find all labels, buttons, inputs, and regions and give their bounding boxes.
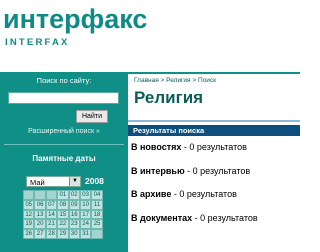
breadcrumb: Главная > Религия > Поиск bbox=[134, 77, 216, 84]
calendar-day[interactable]: 03 bbox=[79, 190, 92, 200]
search-label: Поиск по сайту: bbox=[36, 76, 92, 85]
calendar-day[interactable]: 22 bbox=[57, 219, 69, 230]
calendar-day[interactable]: 23 bbox=[68, 219, 80, 230]
top-divider bbox=[128, 72, 300, 74]
calendar-day[interactable]: 09 bbox=[68, 199, 80, 210]
calendar-day[interactable]: 19 bbox=[23, 219, 35, 230]
main-content: Главная > Религия > Поиск Религия Резуль… bbox=[128, 72, 300, 252]
result-count: - 0 результатов bbox=[184, 166, 251, 176]
year-label: 2008 bbox=[85, 176, 104, 186]
title-divider bbox=[128, 120, 300, 122]
result-interview: В интервью - 0 результатов bbox=[131, 166, 250, 176]
calendar-day[interactable]: 24 bbox=[79, 219, 92, 230]
calendar-day[interactable]: 02 bbox=[68, 190, 80, 200]
calendar-day[interactable]: 15 bbox=[57, 209, 69, 220]
calendar-empty-cell bbox=[34, 190, 46, 200]
calendar-day[interactable]: 04 bbox=[91, 190, 103, 200]
logo[interactable]: интерфакс bbox=[3, 4, 147, 34]
sidebar: Поиск по сайту: Найти Расширенный поиск … bbox=[0, 72, 128, 252]
header: интерфакс INTERFAX bbox=[0, 0, 300, 72]
memorable-dates-title: Памятные даты bbox=[32, 154, 96, 163]
calendar-day[interactable]: 16 bbox=[68, 209, 80, 220]
calendar-day[interactable]: 14 bbox=[45, 209, 58, 220]
calendar-day[interactable]: 07 bbox=[45, 199, 58, 210]
calendar-day[interactable]: 30 bbox=[68, 229, 80, 239]
breadcrumb-current: Поиск bbox=[198, 77, 217, 84]
breadcrumb-separator: > bbox=[190, 77, 198, 84]
calendar-day[interactable]: 12 bbox=[23, 209, 35, 220]
calendar-day[interactable]: 29 bbox=[57, 229, 69, 239]
calendar-day[interactable]: 18 bbox=[91, 209, 103, 220]
chevron-down-icon[interactable]: ▼ bbox=[69, 177, 80, 186]
breadcrumb-home[interactable]: Главная bbox=[134, 77, 159, 84]
result-label[interactable]: В новостях bbox=[131, 142, 181, 152]
result-documents: В документах - 0 результатов bbox=[131, 213, 258, 223]
month-value: Май bbox=[30, 178, 45, 187]
calendar-row: 19 20 21 22 23 24 25 bbox=[23, 219, 103, 230]
calendar-row: 12 13 14 15 16 17 18 bbox=[23, 209, 103, 220]
result-label[interactable]: В интервью bbox=[131, 166, 185, 176]
calendar-day[interactable]: 17 bbox=[79, 209, 92, 220]
calendar-row: 01 02 03 04 bbox=[23, 190, 103, 200]
calendar-day[interactable]: 27 bbox=[34, 229, 46, 239]
result-count: - 0 результатов bbox=[181, 142, 247, 152]
result-count: - 0 результатов bbox=[192, 213, 258, 223]
calendar-day[interactable]: 13 bbox=[34, 209, 46, 220]
result-label[interactable]: В документах bbox=[131, 213, 192, 223]
calendar-day[interactable]: 21 bbox=[45, 219, 58, 230]
calendar-day[interactable]: 20 bbox=[34, 219, 46, 230]
calendar-empty-cell bbox=[45, 190, 58, 200]
logo-subtitle: INTERFAX bbox=[5, 37, 70, 48]
calendar-day[interactable]: 25 bbox=[91, 219, 103, 230]
divider bbox=[4, 144, 124, 145]
search-button[interactable]: Найти bbox=[76, 110, 108, 123]
result-count: - 0 результатов bbox=[171, 189, 237, 199]
calendar-day[interactable]: 01 bbox=[57, 190, 69, 200]
calendar-day[interactable]: 11 bbox=[91, 199, 103, 210]
calendar-grid: 01 02 03 04 05 06 07 08 09 10 11 12 13 14 15 16 17 18 19 20… bbox=[23, 190, 103, 239]
calendar-row: 26 27 28 29 30 31 bbox=[23, 229, 103, 239]
calendar-day[interactable]: 28 bbox=[45, 229, 58, 239]
result-news: В новостях - 0 результатов bbox=[131, 142, 247, 152]
result-archive: В архиве - 0 результатов bbox=[131, 189, 237, 199]
calendar-day[interactable]: 26 bbox=[23, 229, 35, 239]
calendar-day[interactable]: 08 bbox=[57, 199, 69, 210]
calendar-day[interactable]: 06 bbox=[34, 199, 46, 210]
advanced-search-link[interactable]: Расширенный поиск » bbox=[0, 128, 128, 135]
result-label[interactable]: В архиве bbox=[131, 189, 171, 199]
breadcrumb-section[interactable]: Религия bbox=[166, 77, 190, 84]
page-title: Религия bbox=[134, 88, 204, 107]
month-select[interactable]: Май ▼ bbox=[26, 176, 81, 187]
calendar-row: 05 06 07 08 09 10 11 bbox=[23, 199, 103, 210]
calendar-day[interactable]: 05 bbox=[23, 199, 35, 210]
calendar-day[interactable]: 31 bbox=[79, 229, 92, 239]
calendar-empty-cell bbox=[91, 229, 103, 239]
search-input[interactable] bbox=[8, 92, 119, 104]
results-header: Результаты поиска bbox=[128, 125, 300, 136]
calendar-empty-cell bbox=[23, 190, 35, 200]
calendar-day[interactable]: 10 bbox=[79, 199, 92, 210]
